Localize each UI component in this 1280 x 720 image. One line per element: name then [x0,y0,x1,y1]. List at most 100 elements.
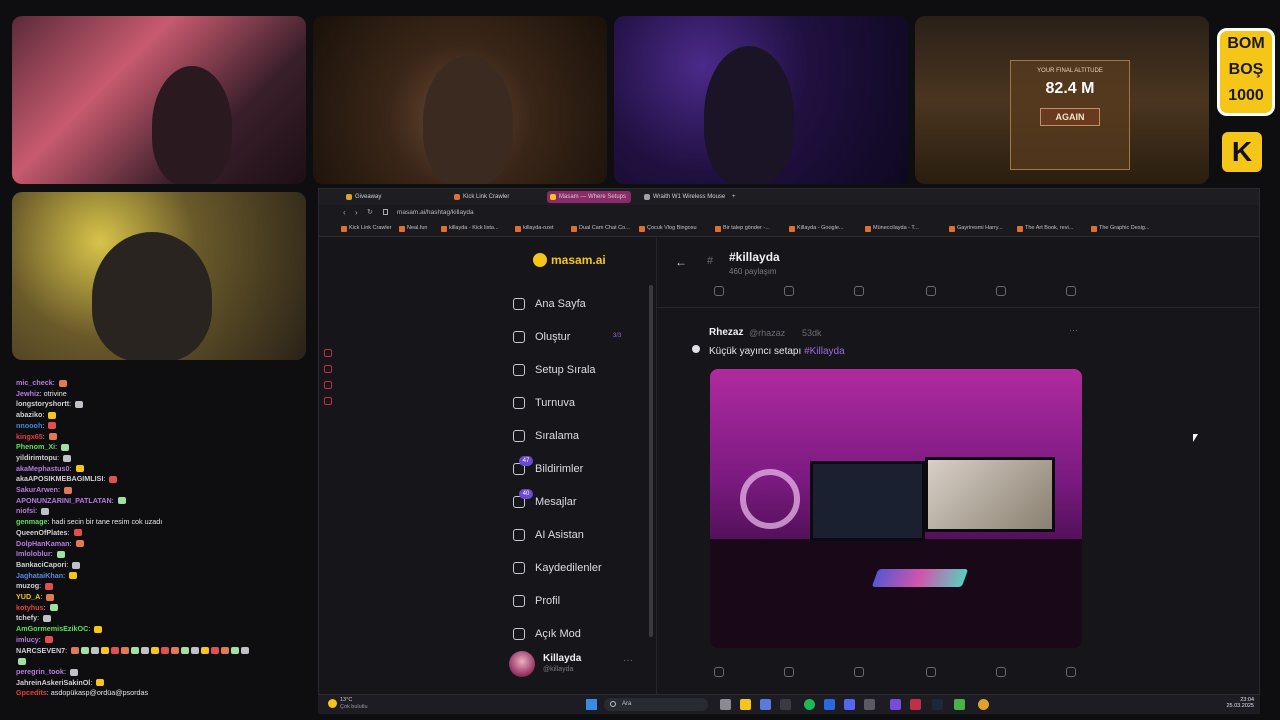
bookmark-icon[interactable] [926,286,936,296]
views-icon[interactable] [996,667,1006,677]
tab-giveaway[interactable]: Giveaway [343,191,435,203]
bookmark-item[interactable]: Kick Link Crawler [341,225,391,232]
chat-username[interactable]: nnoooh [16,421,42,430]
chat-username[interactable]: QueenOfPlates [16,528,68,537]
sidebar-app-icon[interactable] [324,365,332,373]
chat-message: QueenOfPlates: [16,528,308,539]
app-icon[interactable] [824,699,835,710]
sidebar-app-icon[interactable] [324,349,332,357]
bookmark-item[interactable]: Gayriresmi Harry... [949,225,1003,232]
chat-username[interactable]: BankaciCapori [16,560,66,569]
masam-brand[interactable]: masam.ai [551,253,606,267]
bookmark-icon[interactable] [926,667,936,677]
sidebar-app-icon[interactable] [324,397,332,405]
chat-username[interactable]: abaziko [16,410,42,419]
start-button-icon[interactable] [586,699,597,710]
chat-username[interactable]: longstoryshortt [16,399,69,408]
tab-kick-link-crawler[interactable]: Kick Link Crawler [451,191,543,203]
forward-icon[interactable]: › [355,208,358,217]
chat-username[interactable]: kotyhus [16,603,44,612]
post-image[interactable] [710,369,1082,648]
like-icon[interactable] [714,286,724,296]
comment-icon[interactable] [784,286,794,296]
taskview-icon[interactable] [720,699,731,710]
chat-username[interactable]: tchefy [16,613,37,622]
chat-username[interactable]: genmage [16,517,48,526]
bookmark-item[interactable]: Çocuk Vlog Bingosu [639,225,697,232]
chat-username[interactable]: Imloloblur [16,549,51,558]
bookmark-item[interactable]: killayda-ozet [515,225,554,232]
app-icon[interactable] [890,699,901,710]
chat-username[interactable]: akaMephastus0 [16,464,70,473]
chat-username[interactable]: Phenom_Xi [16,442,55,451]
tab-masam[interactable]: Masam — Where Setups [547,191,631,203]
bookmark-item[interactable]: Dual Cam Chat Co... [571,225,630,232]
chat-username[interactable]: peregrin_took [16,667,64,676]
share-icon[interactable] [1066,286,1076,296]
repost-icon[interactable] [854,667,864,677]
chat-username[interactable]: YUD_A [16,592,40,601]
back-arrow-icon[interactable]: ← [675,255,687,269]
user-menu-button[interactable]: ··· [623,655,633,666]
user-card[interactable]: Killayda @killayda ··· [509,649,649,689]
chat-username[interactable]: imlucy [16,635,39,644]
steam-icon[interactable] [932,699,943,710]
chat-username[interactable]: SakurArwen [16,485,58,494]
chat-username[interactable]: NARCSEVEN7 [16,646,65,655]
post-hashtag-link[interactable]: #Killayda [804,346,845,357]
bookmark-item[interactable]: Killayda - Google... [789,225,843,232]
bookmark-item[interactable]: The Graphic Desig... [1091,225,1149,232]
app-icon[interactable] [780,699,791,710]
views-icon[interactable] [996,286,1006,296]
repost-icon[interactable] [854,286,864,296]
chat-username[interactable]: JaghataiKhan [16,571,63,580]
app-icon[interactable] [954,699,965,710]
tab-wraith[interactable]: Wraith W1 Wireless Mouse [641,191,733,203]
post-more-button[interactable]: ··· [1069,325,1078,335]
keyboard [871,569,969,587]
file-explorer-icon[interactable] [740,699,751,710]
chat-separator: : [50,549,55,559]
chat-message: kingx65: [16,432,308,443]
post-avatar[interactable] [692,345,700,353]
chat-username[interactable]: Jewhiz [16,389,40,398]
chat-username[interactable]: kingx65 [16,432,43,441]
chrome-icon[interactable] [978,699,989,710]
post-handle[interactable]: @rhazaz [749,328,785,338]
app-icon[interactable] [864,699,875,710]
sidebar-app-icon[interactable] [324,381,332,389]
chat-app-icon[interactable] [760,699,771,710]
chat-username[interactable]: AmGormemisEzikOC [16,624,88,633]
bookmark-item[interactable]: killayda - Kick lista... [441,225,499,232]
chat-username[interactable]: yildirimtopu [16,453,57,462]
nav-scrollbar[interactable] [649,285,653,637]
chat-username[interactable]: APONUNZARINI_PATLATAN [16,496,112,505]
new-tab-button[interactable]: + [729,191,743,203]
chat-username[interactable]: DolpHanKaman [16,539,70,548]
discord-icon[interactable] [844,699,855,710]
bookmark-item[interactable]: The Art Book, revi... [1017,225,1073,232]
comment-icon[interactable] [784,667,794,677]
nav-label: Ana Sayfa [535,298,586,310]
chat-username[interactable]: mic_check [16,378,53,387]
chat-username[interactable]: muzog [16,581,39,590]
spotify-icon[interactable] [804,699,815,710]
post-author[interactable]: Rhezaz [709,327,743,338]
like-icon[interactable] [714,667,724,677]
chat-message: JaghataiKhan: [16,571,308,582]
bookmark-item[interactable]: Neal.fun [399,225,428,232]
bookmark-item[interactable]: Bir talep gönder -... [715,225,770,232]
bookmark-item[interactable]: Müneccilayda - T... [865,225,919,232]
app-icon[interactable] [910,699,921,710]
reload-icon[interactable]: ↻ [367,208,373,216]
system-clock[interactable]: 23:04 25.03.2025 [1220,697,1254,709]
share-icon[interactable] [1066,667,1076,677]
url-input[interactable]: masam.ai/hashtag/killayda [397,209,474,216]
chat-username[interactable]: niofsi [16,506,35,515]
again-button[interactable]: AGAIN [1040,108,1100,126]
chat-username[interactable]: akaAPOSIKMEBAGIMLISI [16,474,103,483]
chat-username[interactable]: JahreinAskeriSakinOl [16,678,90,687]
taskbar-search[interactable]: Ara [604,698,708,711]
back-icon[interactable]: ‹ [343,208,346,217]
chat-username[interactable]: Gpcedits [16,688,47,697]
